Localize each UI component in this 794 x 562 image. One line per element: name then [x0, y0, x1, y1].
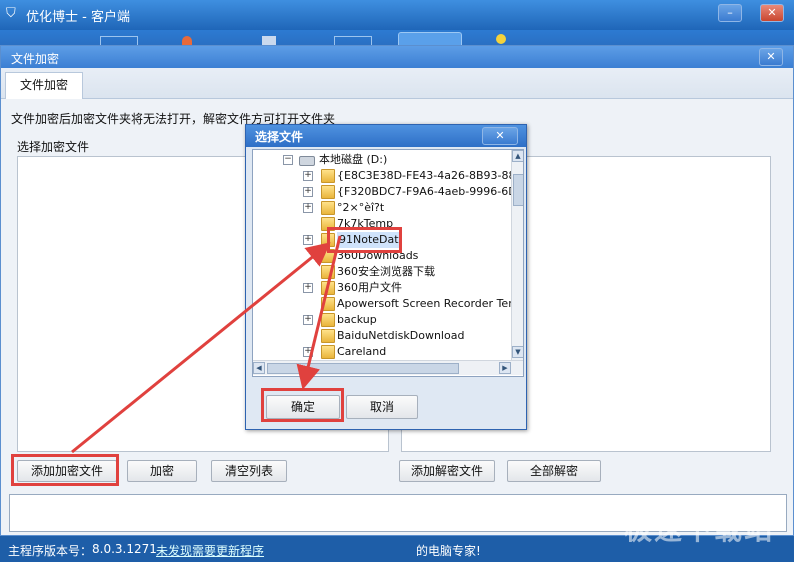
arrow-to-folder — [71, 242, 331, 454]
annotation-arrows — [71, 235, 342, 454]
